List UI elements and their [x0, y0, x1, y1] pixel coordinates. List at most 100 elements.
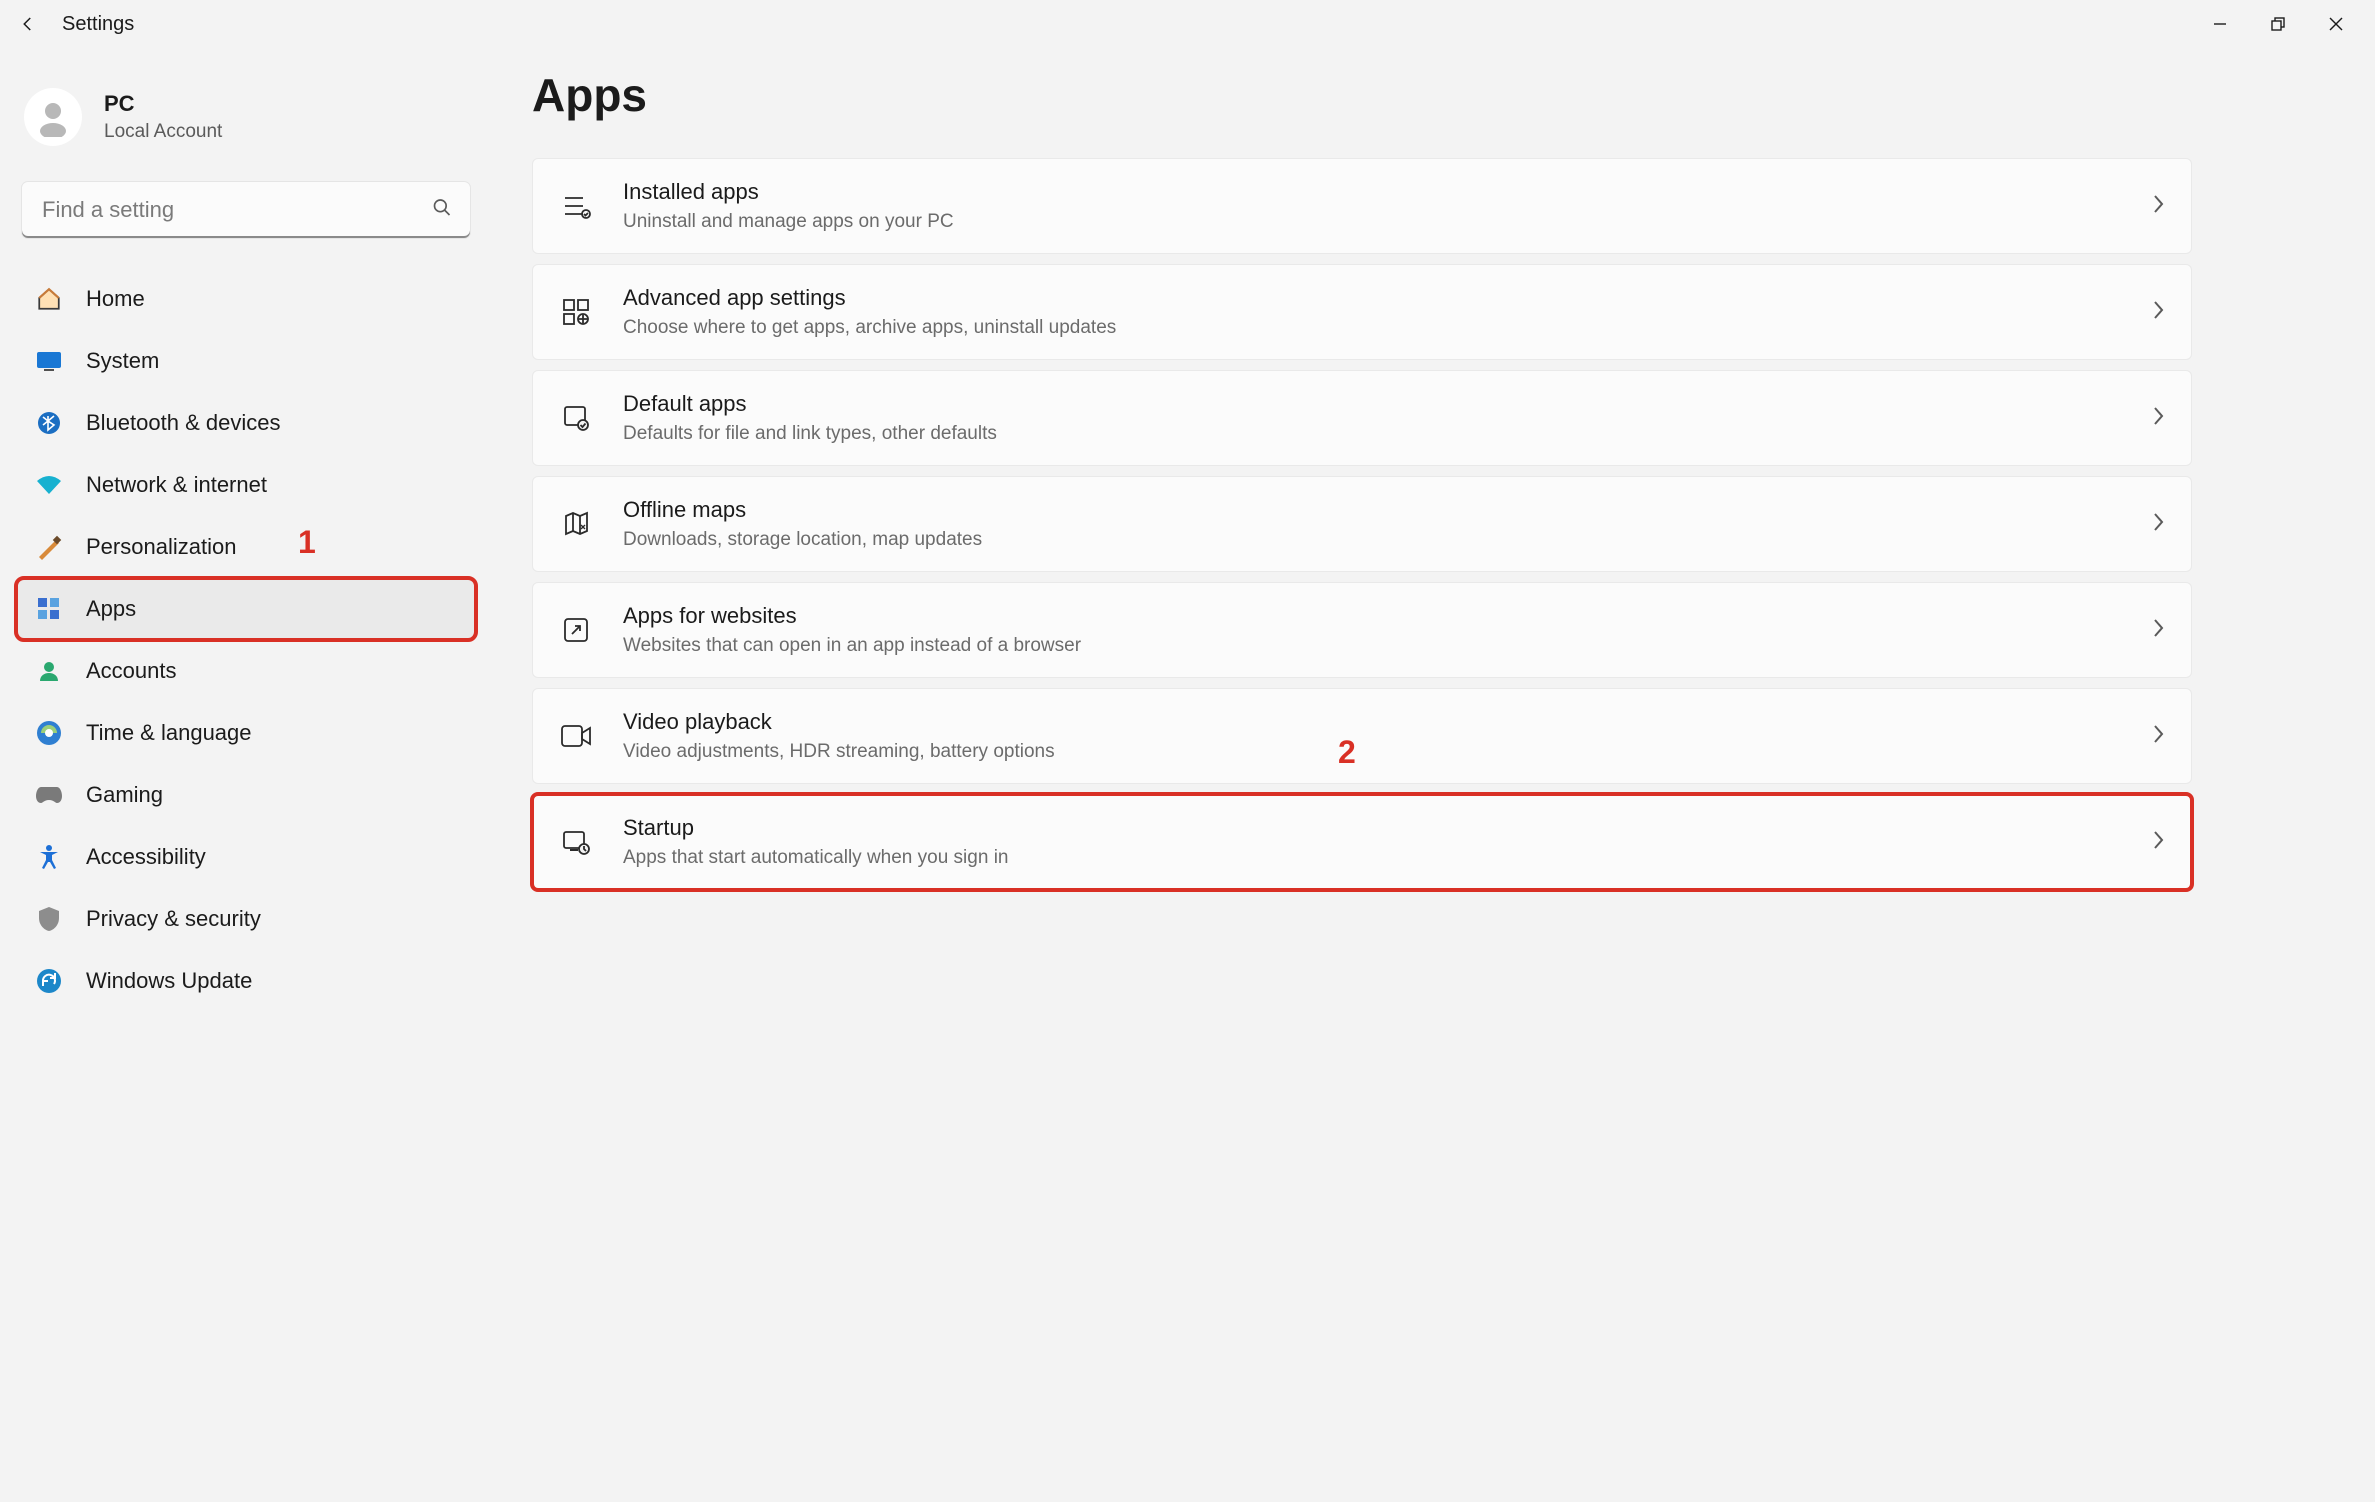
time-icon [34, 718, 64, 748]
card-websites[interactable]: Apps for websites Websites that can open … [532, 582, 2192, 678]
maximize-icon [2271, 17, 2285, 31]
nav: Home System Bluetooth & devices Network & i… [18, 270, 474, 1010]
sidebar-item-bluetooth[interactable]: Bluetooth & devices [18, 394, 474, 452]
card-desc: Apps that start automatically when you s… [623, 847, 2135, 869]
search-container [22, 182, 470, 238]
personalization-icon [34, 532, 64, 562]
maximize-button[interactable] [2255, 8, 2301, 40]
sidebar-item-label: Windows Update [86, 968, 252, 994]
network-icon [34, 470, 64, 500]
sidebar-item-accounts[interactable]: Accounts [18, 642, 474, 700]
avatar-icon [33, 97, 73, 137]
card-text: Installed apps Uninstall and manage apps … [623, 179, 2135, 233]
sidebar-item-label: Network & internet [86, 472, 267, 498]
card-title: Installed apps [623, 179, 2135, 205]
gaming-icon [34, 780, 64, 810]
sidebar-item-label: Gaming [86, 782, 163, 808]
sidebar-item-apps[interactable]: Apps [18, 580, 474, 638]
card-desc: Choose where to get apps, archive apps, … [623, 317, 2135, 339]
sidebar-item-network[interactable]: Network & internet [18, 456, 474, 514]
avatar [24, 88, 82, 146]
default-apps-icon [559, 401, 593, 435]
account-block[interactable]: PC Local Account [24, 88, 468, 146]
card-installed[interactable]: Installed apps Uninstall and manage apps … [532, 158, 2192, 254]
accounts-icon [34, 656, 64, 686]
card-text: Offline maps Downloads, storage location,… [623, 497, 2135, 551]
sidebar-item-label: System [86, 348, 159, 374]
sidebar-item-privacy[interactable]: Privacy & security [18, 890, 474, 948]
card-text: Video playbackVideo adjustments, HDR str… [623, 709, 2135, 763]
close-button[interactable] [2313, 8, 2359, 40]
account-name: PC [104, 91, 222, 117]
minimize-button[interactable] [2197, 8, 2243, 40]
card-text: Apps for websites Websites that can open … [623, 603, 2135, 657]
card-title: Advanced app settings [623, 285, 2135, 311]
annotation-1: 1 [298, 524, 316, 561]
sidebar-item-label: Bluetooth & devices [86, 410, 280, 436]
sidebar-item-update[interactable]: Windows Update [18, 952, 474, 1010]
card-advanced[interactable]: Advanced app settings Choose where to get… [532, 264, 2192, 360]
card-title: Apps for websites [623, 603, 2135, 629]
chevron-right-icon [2151, 829, 2165, 856]
sidebar-item-label: Home [86, 286, 145, 312]
page-title: Apps [532, 68, 2315, 122]
account-subtitle: Local Account [104, 121, 222, 143]
sidebar-item-label: Personalization [86, 534, 236, 560]
back-button[interactable] [8, 4, 48, 44]
startup-icon [559, 825, 593, 859]
window-title: Settings [62, 13, 134, 36]
chevron-right-icon [2151, 617, 2165, 644]
close-icon [2329, 17, 2343, 31]
sidebar-item-gaming[interactable]: Gaming [18, 766, 474, 824]
sidebar-item-home[interactable]: Home [18, 270, 474, 328]
privacy-icon [34, 904, 64, 934]
chevron-right-icon [2151, 723, 2165, 750]
chevron-right-icon [2151, 299, 2165, 326]
window-controls [2197, 8, 2367, 40]
chevron-right-icon [2151, 193, 2165, 220]
search-input[interactable] [22, 182, 470, 238]
sidebar-item-time[interactable]: Time & language [18, 704, 474, 762]
card-text: Advanced app settings Choose where to get… [623, 285, 2135, 339]
accessibility-icon [34, 842, 64, 872]
bluetooth-icon [34, 408, 64, 438]
home-icon [34, 284, 64, 314]
update-icon [34, 966, 64, 996]
apps-for-websites-icon [559, 613, 593, 647]
video-playback-icon [559, 719, 593, 753]
sidebar-item-label: Privacy & security [86, 906, 261, 932]
minimize-icon [2213, 17, 2227, 31]
sidebar: PC Local Account Home System Bluetooth & d… [0, 48, 492, 1010]
chevron-right-icon [2151, 405, 2165, 432]
sidebar-item-label: Accessibility [86, 844, 206, 870]
card-desc: Downloads, storage location, map updates [623, 529, 2135, 551]
sidebar-item-label: Accounts [86, 658, 177, 684]
back-arrow-icon [19, 15, 37, 33]
sidebar-item-personalization[interactable]: Personalization [18, 518, 474, 576]
sidebar-item-label: Apps [86, 596, 136, 622]
chevron-right-icon [2151, 511, 2165, 538]
card-title: Startup [623, 815, 2135, 841]
sidebar-item-label: Time & language [86, 720, 252, 746]
sidebar-item-accessibility[interactable]: Accessibility [18, 828, 474, 886]
apps-icon [34, 594, 64, 624]
card-video[interactable]: Video playbackVideo adjustments, HDR str… [532, 688, 2192, 784]
card-title: Offline maps [623, 497, 2135, 523]
card-title: Default apps [623, 391, 2135, 417]
system-icon [34, 346, 64, 376]
advanced-apps-icon [559, 295, 593, 329]
title-bar: Settings [0, 0, 2375, 48]
card-desc: Defaults for file and link types, other … [623, 423, 2135, 445]
card-desc: Websites that can open in an app instead… [623, 635, 2135, 657]
main: Apps Installed apps Uninstall and manage … [492, 48, 2375, 1010]
card-startup[interactable]: Startup Apps that start automatically whe… [532, 794, 2192, 890]
cards-list: Installed apps Uninstall and manage apps … [532, 158, 2192, 890]
sidebar-item-system[interactable]: System [18, 332, 474, 390]
card-text: Startup Apps that start automatically whe… [623, 815, 2135, 869]
annotation-2: 2 [1338, 734, 1356, 771]
card-offline[interactable]: Offline maps Downloads, storage location,… [532, 476, 2192, 572]
card-text: Default apps Defaults for file and link t… [623, 391, 2135, 445]
card-desc: Uninstall and manage apps on your PC [623, 211, 2135, 233]
card-default[interactable]: Default apps Defaults for file and link t… [532, 370, 2192, 466]
card-title: Video playback [623, 709, 2135, 735]
